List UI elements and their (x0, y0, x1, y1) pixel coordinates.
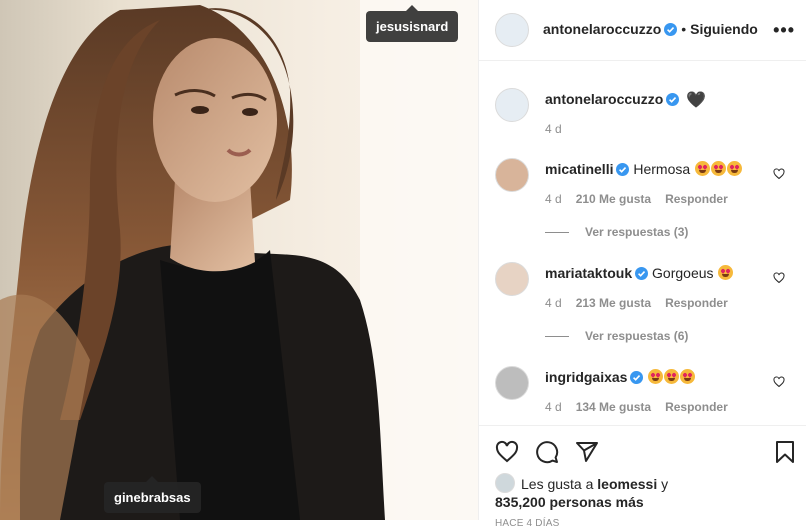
photo-tag-jesusisnard[interactable]: jesusisnard (366, 5, 459, 42)
reply-button[interactable]: Responder (665, 400, 728, 414)
separator: • (681, 21, 687, 37)
verified-icon (630, 371, 644, 384)
header-info: antonelaroccuzzo • Siguiendo (543, 21, 758, 37)
verified-icon (616, 163, 630, 176)
black-heart-emoji: 🖤 (686, 92, 707, 109)
liker-username-link[interactable]: leomessi (597, 476, 657, 492)
liker-avatar[interactable] (495, 473, 515, 493)
heart-eyes-emoji (664, 369, 680, 384)
photo-tag-label: jesusisnard (376, 19, 449, 34)
post-actions: Les gusta a leomessi y 835,200 personas … (479, 425, 806, 529)
like-comment-heart-icon[interactable] (773, 376, 785, 388)
heart-eyes-emoji (727, 161, 743, 176)
comment-icon[interactable] (535, 440, 559, 464)
comment-meta: 4 d 213 Me gusta Responder (545, 296, 728, 310)
likes-summary: Les gusta a leomessi y 835,200 personas … (495, 473, 668, 511)
comment-time[interactable]: 4 d (545, 400, 562, 414)
likes-prefix: Les gusta a (521, 476, 594, 492)
comment-likes[interactable]: 210 Me gusta (576, 192, 651, 206)
avatar[interactable] (495, 13, 529, 47)
photo-tag-label: ginebrabsas (114, 490, 191, 505)
comment-body: Hermosa (633, 161, 691, 177)
like-comment-heart-icon[interactable] (773, 272, 785, 284)
verified-icon (664, 23, 678, 36)
view-replies-label: Ver respuestas (3) (585, 225, 689, 239)
comment-body: Gorgoeus (652, 265, 714, 281)
avatar[interactable] (495, 88, 529, 122)
reply-button[interactable]: Responder (665, 192, 728, 206)
avatar[interactable] (495, 158, 529, 192)
comment-time[interactable]: 4 d (545, 192, 562, 206)
username-link[interactable]: ingridgaixas (545, 369, 627, 385)
photo-tag-ginebrabsas[interactable]: ginebrabsas (104, 476, 201, 513)
likes-conjunction: y (661, 476, 669, 492)
view-replies-label: Ver respuestas (6) (585, 329, 689, 343)
following-button[interactable]: Siguiendo (690, 21, 758, 37)
comment-meta: 4 d 210 Me gusta Responder (545, 192, 728, 206)
comment-text: ingridgaixas (545, 368, 696, 386)
heart-icon[interactable] (495, 440, 519, 464)
comment-likes[interactable]: 213 Me gusta (576, 296, 651, 310)
post-photo[interactable]: jesusisnard ginebrabsas (0, 0, 478, 520)
view-replies-button[interactable]: Ver respuestas (3) (545, 225, 688, 239)
comment-likes[interactable]: 134 Me gusta (576, 400, 651, 414)
verified-icon (666, 93, 680, 106)
heart-eyes-emoji (680, 369, 696, 384)
post-header: antonelaroccuzzo • Siguiendo ••• (479, 0, 806, 61)
view-replies-button[interactable]: Ver respuestas (6) (545, 329, 688, 343)
bookmark-icon[interactable] (773, 440, 797, 464)
avatar[interactable] (495, 262, 529, 296)
likes-count-link[interactable]: 835,200 personas más (495, 494, 644, 510)
replies-line (545, 232, 569, 234)
heart-eyes-emoji (648, 369, 664, 384)
heart-eyes-emoji (718, 265, 734, 280)
username-link[interactable]: antonelaroccuzzo (543, 21, 661, 37)
username-link[interactable]: mariataktouk (545, 265, 632, 281)
reply-button[interactable]: Responder (665, 296, 728, 310)
more-options-icon[interactable]: ••• (773, 20, 795, 41)
comment-meta: 4 d 134 Me gusta Responder (545, 400, 728, 414)
avatar[interactable] (495, 366, 529, 400)
comment-text: micatinelli Hermosa (545, 160, 743, 178)
portrait-image (0, 0, 478, 520)
heart-eyes-emoji (695, 161, 711, 176)
comment-text: mariataktouk Gorgoeus (545, 264, 734, 282)
comment-time[interactable]: 4 d (545, 296, 562, 310)
replies-line (545, 336, 569, 338)
caption-time[interactable]: 4 d (545, 122, 562, 136)
verified-icon (635, 267, 649, 280)
post-side-panel: antonelaroccuzzo • Siguiendo ••• antonelar… (478, 0, 806, 529)
username-link[interactable]: micatinelli (545, 161, 613, 177)
caption-text: antonelaroccuzzo 🖤 (545, 90, 706, 110)
share-icon[interactable] (575, 440, 599, 464)
heart-eyes-emoji (711, 161, 727, 176)
username-link[interactable]: antonelaroccuzzo (545, 91, 663, 107)
like-comment-heart-icon[interactable] (773, 168, 785, 180)
